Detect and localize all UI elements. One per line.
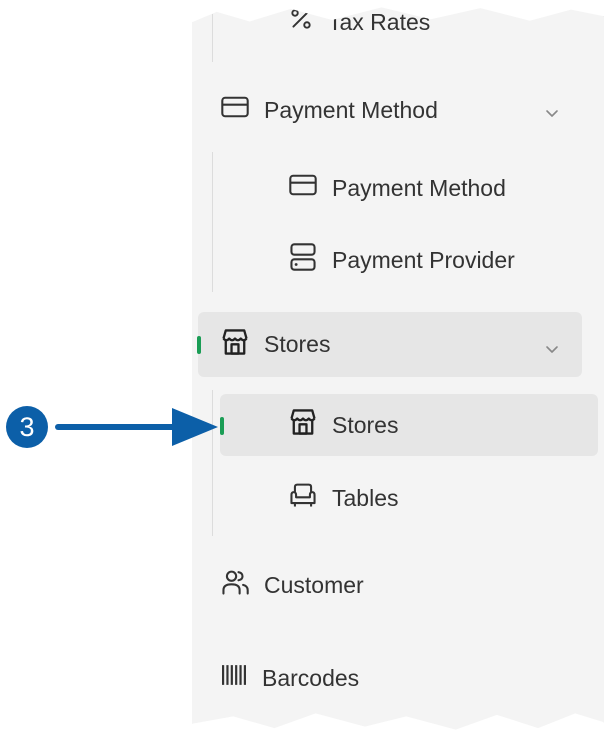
sidebar-item-stores[interactable]: Stores	[220, 394, 598, 456]
sidebar-item-customer[interactable]: Customer	[220, 565, 364, 605]
percent-icon	[288, 7, 314, 38]
credit-card-icon	[288, 172, 318, 204]
sidebar-item-barcodes[interactable]: Barcodes	[220, 658, 359, 698]
barcode-icon	[220, 663, 248, 693]
credit-card-icon	[220, 94, 250, 126]
sidebar-item-payment-method-group[interactable]: Payment Method	[220, 90, 582, 130]
active-marker	[197, 336, 201, 354]
tree-line	[212, 152, 213, 292]
store-icon	[220, 327, 250, 363]
store-icon	[288, 407, 318, 443]
sidebar-item-label: Payment Provider	[332, 246, 515, 273]
sidebar-item-tables[interactable]: Tables	[288, 478, 398, 518]
sidebar-item-payment-method[interactable]: Payment Method	[288, 168, 506, 208]
sidebar-item-tax-rates[interactable]: Tax Rates	[288, 7, 431, 40]
sidebar-panel: Tax Rates Payment Method Payment Method	[192, 7, 604, 730]
sidebar-item-label: Tables	[332, 484, 399, 511]
sidebar-item-label: Tax Rates	[328, 8, 431, 35]
sidebar-item-label: Customer	[264, 571, 364, 598]
users-icon	[220, 567, 250, 603]
callout-badge: 3	[6, 406, 48, 448]
sidebar-item-label: Stores	[264, 331, 331, 357]
sidebar-item-label: Payment Method	[332, 174, 506, 201]
armchair-icon	[288, 481, 318, 515]
callout-arrow-icon	[55, 408, 218, 446]
sidebar-item-label: Barcodes	[262, 664, 360, 691]
server-icon	[288, 242, 318, 278]
sidebar-item-label: Stores	[332, 411, 399, 438]
sidebar-item-stores-group[interactable]: Stores	[198, 312, 582, 377]
tree-line	[212, 14, 213, 62]
chevron-down-icon	[544, 100, 560, 127]
sidebar-item-label: Payment Method	[264, 96, 438, 123]
sidebar-item-payment-provider[interactable]: Payment Provider	[288, 240, 515, 280]
chevron-down-icon	[544, 336, 560, 363]
